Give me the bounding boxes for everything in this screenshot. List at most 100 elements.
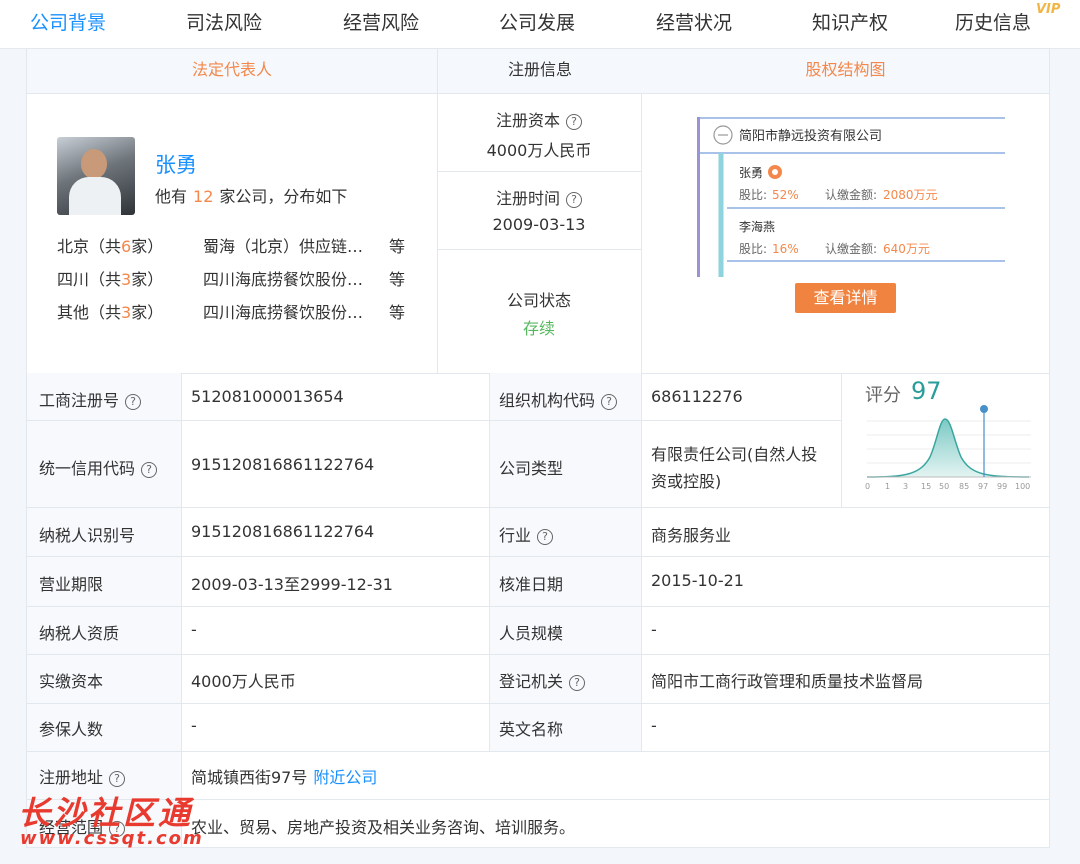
help-icon[interactable]: ? xyxy=(109,771,126,787)
reg-authority-value: 简阳市工商行政管理和质量技术监督局 xyxy=(651,672,924,691)
credit-code-label: 统一信用代码? xyxy=(39,455,158,479)
reg-date-value: 2009-03-13 xyxy=(492,215,586,234)
region-company-link[interactable]: 四川海底捞餐饮股份有限公司 xyxy=(203,266,379,290)
address-label: 注册地址? xyxy=(39,764,126,788)
region-more-link[interactable]: 等 xyxy=(389,233,405,257)
svg-text:85: 85 xyxy=(959,482,969,491)
tab-judicial-risk[interactable]: 司法风险 xyxy=(186,8,262,35)
equity-company-name: 简阳市静远投资有限公司 xyxy=(739,128,882,144)
region-row-other: 其他（共3家） 四川海底捞餐饮股份有限公司 等 xyxy=(57,299,405,323)
reg-capital-value: 4000万人民币 xyxy=(486,141,592,160)
region-more-link[interactable]: 等 xyxy=(389,266,405,290)
taxpayer-qual-label: 纳税人资质 xyxy=(39,624,120,643)
legal-rep-header: 法定代表人 xyxy=(27,49,437,94)
equity-holder-name: 张勇 xyxy=(739,166,763,180)
scope-value: 农业、贸易、房地产投资及相关业务咨询、培训服务。 xyxy=(191,818,576,837)
equity-holder-amount: 2080万元 xyxy=(883,188,938,202)
company-type-value-line2: 资或控股) xyxy=(651,472,722,491)
approval-date-label: 核准日期 xyxy=(499,575,564,594)
insured-value: - xyxy=(191,716,197,735)
tab-intellectual-property[interactable]: 知识产权 xyxy=(812,8,888,35)
company-status-value: 存续 xyxy=(522,319,555,338)
staff-size-label: 人员规模 xyxy=(499,624,564,643)
equity-holder-name: 李海燕 xyxy=(739,219,775,234)
company-type-label: 公司类型 xyxy=(499,459,564,478)
reg-date-label: 注册时间? xyxy=(437,185,641,209)
org-code-value: 686112276 xyxy=(651,387,743,406)
legal-rep-summary: 他有 12 家公司，分布如下 xyxy=(155,187,348,206)
equity-structure-diagram[interactable]: 简阳市静远投资有限公司 张勇 股比: 52% 认缴金额: 2080万元 李海燕 … xyxy=(697,115,1007,277)
divider xyxy=(641,93,642,373)
help-icon[interactable]: ? xyxy=(537,529,554,545)
svg-text:99: 99 xyxy=(997,482,1007,491)
english-name-label: 英文名称 xyxy=(499,720,564,739)
tab-company-background[interactable]: 公司背景 xyxy=(30,8,106,35)
help-icon[interactable]: ? xyxy=(125,394,142,410)
credit-code-value: 915120816861122764 xyxy=(191,455,375,474)
region-row-beijing: 北京（共6家） 蜀海（北京）供应链管理有限责任公司 等 xyxy=(57,233,405,257)
view-details-button[interactable]: 查看详情 xyxy=(795,283,896,313)
help-icon[interactable]: ? xyxy=(566,192,582,208)
paid-capital-label: 实缴资本 xyxy=(39,672,104,691)
company-type-value-line1: 有限责任公司(自然人投 xyxy=(651,445,818,464)
svg-text:3: 3 xyxy=(903,482,908,491)
term-value: 2009-03-13至2999-12-31 xyxy=(191,575,393,594)
reg-info-header: 注册信息 xyxy=(437,49,643,94)
tab-history[interactable]: 历史信息 xyxy=(955,8,1031,35)
biz-reg-no-label: 工商注册号? xyxy=(39,387,142,411)
company-info-card: 法定代表人 注册信息 股权结构图 张勇 他有 12 家公司，分布如下 北京（共6家）… xyxy=(26,48,1050,848)
biz-reg-no-value: 512081000013654 xyxy=(191,387,344,406)
vip-badge: VIP xyxy=(1036,2,1061,17)
watermark-url: www.cssqt.com xyxy=(20,828,204,849)
svg-text:认缴金额:: 认缴金额: xyxy=(825,241,877,256)
staff-size-value: - xyxy=(651,620,657,639)
region-row-sichuan: 四川（共3家） 四川海底捞餐饮股份有限公司 等 xyxy=(57,266,405,290)
divider xyxy=(437,171,641,172)
company-count: 12 xyxy=(193,187,214,206)
equity-holder-ratio: 52% xyxy=(772,188,799,202)
tab-business-risk[interactable]: 经营风险 xyxy=(343,8,419,35)
svg-text:股比:: 股比: xyxy=(739,188,767,202)
legal-rep-avatar[interactable] xyxy=(57,137,135,215)
taxpayer-id-value: 915120816861122764 xyxy=(191,522,375,541)
equity-header: 股权结构图 xyxy=(642,49,1049,94)
industry-value: 商务服务业 xyxy=(651,526,732,545)
company-status-label: 公司状态 xyxy=(506,291,571,310)
svg-text:15: 15 xyxy=(921,482,931,491)
region-more-link[interactable]: 等 xyxy=(389,299,405,323)
taxpayer-qual-value: - xyxy=(191,620,197,639)
address-value: 简城镇西街97号 附近公司 xyxy=(191,768,378,787)
reg-authority-label: 登记机关? xyxy=(499,668,586,692)
help-icon[interactable]: ? xyxy=(566,114,582,130)
svg-text:股比:: 股比: xyxy=(739,242,767,256)
equity-holder-amount: 640万元 xyxy=(883,242,930,256)
help-icon[interactable]: ? xyxy=(601,394,618,410)
help-icon[interactable]: ? xyxy=(569,675,586,691)
svg-text:认缴金额:: 认缴金额: xyxy=(825,187,877,202)
org-code-label: 组织机构代码? xyxy=(499,387,618,411)
svg-text:1: 1 xyxy=(885,482,890,491)
top-tab-bar: 公司背景 司法风险 经营风险 公司发展 经营状况 知识产权 历史信息 VIP xyxy=(0,0,1080,49)
approval-date-value: 2015-10-21 xyxy=(651,571,744,590)
divider xyxy=(437,249,641,250)
paid-capital-value: 4000万人民币 xyxy=(191,672,296,691)
help-icon[interactable]: ? xyxy=(141,462,158,478)
region-company-link[interactable]: 四川海底捞餐饮股份有限公司 xyxy=(203,299,379,323)
tab-company-development[interactable]: 公司发展 xyxy=(499,8,575,35)
equity-holder-ratio: 16% xyxy=(772,242,799,256)
taxpayer-id-label: 纳税人识别号 xyxy=(39,526,136,545)
score-distribution-chart: 0 1 3 15 50 85 97 99 100 xyxy=(865,405,1031,491)
english-name-value: - xyxy=(651,716,657,735)
industry-label: 行业? xyxy=(499,522,554,546)
nearby-companies-link[interactable]: 附近公司 xyxy=(313,768,377,787)
legal-rep-name[interactable]: 张勇 xyxy=(155,149,197,179)
label-column-bg xyxy=(489,373,641,751)
svg-text:0: 0 xyxy=(865,482,870,491)
svg-text:100: 100 xyxy=(1015,482,1030,491)
svg-text:97: 97 xyxy=(978,482,988,491)
insured-label: 参保人数 xyxy=(39,720,104,739)
svg-text:50: 50 xyxy=(939,482,949,491)
reg-capital-label: 注册资本? xyxy=(437,107,641,131)
tab-business-status[interactable]: 经营状况 xyxy=(656,8,732,35)
region-company-link[interactable]: 蜀海（北京）供应链管理有限责任公司 xyxy=(203,233,379,257)
